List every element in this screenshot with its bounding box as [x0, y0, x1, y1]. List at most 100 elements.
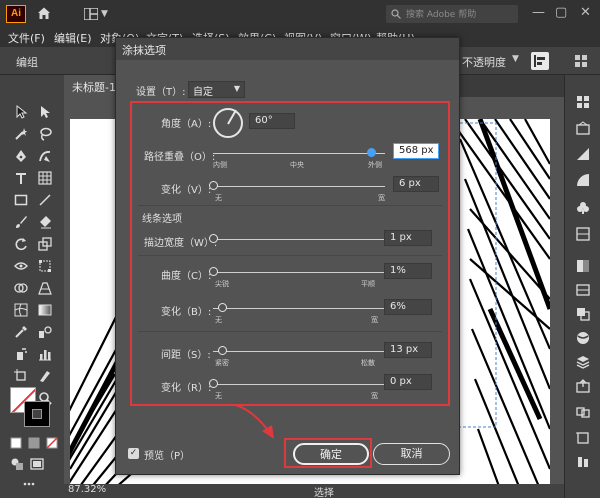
chevron-down-icon[interactable]: ▼ [101, 9, 108, 19]
preview-checkbox[interactable]: ✓ [128, 448, 139, 459]
color-mode-icon[interactable] [10, 437, 24, 451]
dialog-title: 涂抹选项 [116, 38, 459, 60]
direct-selection-tool-icon[interactable] [38, 105, 52, 119]
appearance-panel-icon[interactable] [576, 283, 590, 297]
eyedropper-tool-icon[interactable] [14, 325, 28, 339]
color-panel-icon[interactable] [576, 121, 590, 135]
variation-r-knob[interactable] [209, 379, 218, 388]
pen-tool-icon[interactable] [14, 149, 28, 163]
close-icon[interactable]: ✕ [580, 5, 591, 20]
angle-dial-pointer [227, 109, 237, 125]
transparency-panel-icon[interactable] [576, 259, 590, 273]
home-icon[interactable] [37, 6, 51, 20]
angle-input[interactable]: 60° [249, 113, 295, 129]
settings-select[interactable]: 自定 ▼ [188, 81, 245, 98]
spacing-slider[interactable] [213, 351, 385, 352]
mesh-tool-icon[interactable] [14, 303, 28, 317]
symbol-sprayer-tool-icon[interactable] [14, 347, 28, 361]
eraser-tool-icon[interactable] [38, 215, 52, 229]
cc-libraries-icon[interactable] [576, 455, 590, 469]
angle-dial[interactable] [213, 108, 243, 138]
preview-label[interactable]: 预览（P） [144, 447, 190, 462]
curvature-knob[interactable] [209, 267, 218, 276]
brushes-panel-icon[interactable] [576, 227, 590, 241]
rotate-tool-icon[interactable] [14, 237, 28, 251]
workspace-switcher-icon[interactable] [83, 7, 99, 21]
settings-label: 设置（T）: [136, 87, 186, 98]
menu-edit[interactable]: 编辑(E) [54, 30, 92, 46]
artboard-tool-icon[interactable] [14, 369, 28, 383]
paintbrush-tool-icon[interactable] [14, 215, 28, 229]
magic-wand-tool-icon[interactable] [14, 127, 28, 141]
variation-b-slider[interactable] [213, 308, 385, 309]
table-tool-icon[interactable] [38, 171, 52, 185]
path-overlap-input[interactable]: 568 px [393, 143, 439, 159]
scale-tool-icon[interactable] [38, 237, 52, 251]
color-guide-icon[interactable] [576, 173, 590, 187]
curvature-slider[interactable] [213, 272, 385, 273]
spacing-input[interactable]: 13 px [384, 342, 432, 358]
blend-tool-icon[interactable] [38, 325, 52, 339]
type-tool-icon[interactable] [14, 171, 28, 185]
screen-mode-icon[interactable] [30, 457, 44, 471]
width-tool-icon[interactable] [14, 259, 28, 273]
asset-export-icon[interactable] [576, 379, 590, 393]
free-transform-tool-icon[interactable] [38, 259, 52, 273]
variation-v-slider[interactable] [213, 186, 385, 187]
opacity-label[interactable]: 不透明度 [462, 54, 506, 70]
lasso-tool-icon[interactable] [38, 127, 52, 141]
more-options-icon[interactable] [575, 55, 587, 70]
variation-b-input[interactable]: 6% [384, 299, 432, 315]
maximize-icon[interactable]: ▢ [555, 5, 567, 20]
none-mode-icon[interactable] [46, 437, 60, 451]
variation-b-min-tick: 无 [215, 316, 222, 324]
variation-b-max-tick: 宽 [371, 316, 378, 324]
curvature-tool-icon[interactable] [38, 149, 52, 163]
gradient-mode-icon[interactable] [28, 437, 42, 451]
spacing-knob[interactable] [217, 346, 227, 355]
links-panel-icon[interactable] [576, 405, 590, 419]
selection-tool-icon[interactable] [14, 105, 28, 119]
variation-r-min-tick: 无 [215, 392, 222, 400]
zoom-level[interactable]: 87.32% [68, 484, 106, 495]
gradient-panel-icon[interactable] [576, 147, 590, 161]
column-graph-tool-icon[interactable] [38, 347, 52, 361]
rectangle-tool-icon[interactable] [14, 193, 28, 207]
stroke-width-slider[interactable] [213, 239, 385, 240]
stroke-width-knob[interactable] [209, 234, 218, 243]
stroke-swatch[interactable] [24, 401, 50, 427]
variation-r-input[interactable]: 0 px [384, 374, 432, 390]
cancel-button[interactable]: 取消 [373, 443, 450, 465]
angle-label: 角度（A）: [161, 119, 212, 130]
curvature-input[interactable]: 1% [384, 263, 432, 279]
draw-mode-icon[interactable] [10, 457, 24, 471]
gradient-tool-icon[interactable] [38, 303, 52, 317]
path-overlap-slider[interactable] [213, 153, 385, 154]
line-tool-icon[interactable] [38, 193, 52, 207]
tools-panel [0, 75, 64, 498]
menu-file[interactable]: 文件(F) [8, 30, 45, 46]
align-icon[interactable] [531, 52, 549, 70]
variation-v-input[interactable]: 6 px [393, 176, 439, 192]
variation-v-knob[interactable] [209, 181, 218, 190]
graphic-styles-icon[interactable] [576, 331, 590, 345]
shape-builder-tool-icon[interactable] [14, 281, 28, 295]
chevron-down-icon[interactable]: ▼ [512, 54, 519, 64]
slice-tool-icon[interactable] [38, 369, 52, 383]
minimize-icon[interactable]: — [532, 5, 545, 20]
stroke-width-input[interactable]: 1 px [384, 230, 432, 246]
symbols-panel-icon[interactable] [576, 201, 590, 215]
artboards-panel-icon[interactable] [576, 431, 590, 445]
help-search-input[interactable]: 搜索 Adobe 帮助 [386, 5, 518, 23]
perspective-grid-tool-icon[interactable] [38, 281, 52, 295]
edit-toolbar-icon[interactable] [22, 477, 36, 491]
ok-button[interactable]: 确定 [293, 443, 369, 465]
variation-b-knob[interactable] [217, 303, 227, 312]
variation-r-label: 变化（R）: [161, 383, 212, 394]
variation-r-slider[interactable] [213, 384, 385, 385]
spacing-max-tick: 松散 [361, 359, 375, 367]
variation-b-label: 变化（B）: [161, 307, 212, 318]
layers-panel-icon[interactable] [576, 355, 590, 369]
pathfinder-panel-icon[interactable] [576, 307, 590, 321]
properties-panel-icon[interactable] [576, 95, 590, 109]
